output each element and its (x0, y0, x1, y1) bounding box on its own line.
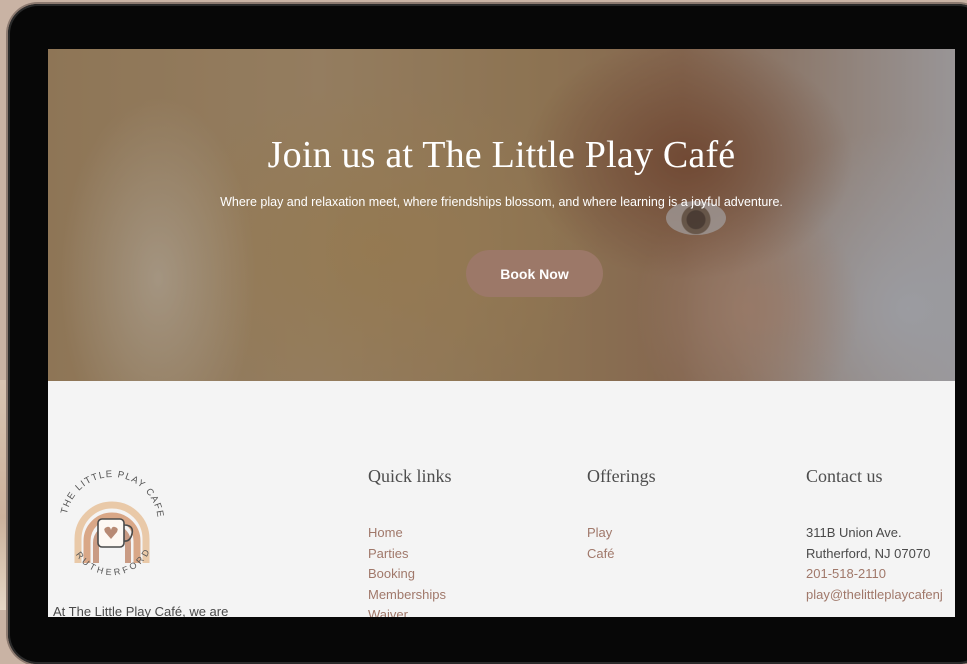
hero-overlay (48, 49, 955, 381)
contact-heading: Contact us (806, 466, 883, 486)
little-play-cafe-logo[interactable]: THE LITTLE PLAY CAFE RUTHERFORD (54, 459, 170, 585)
book-now-button[interactable]: Book Now (466, 250, 603, 297)
laptop-frame: Join us at The Little Play Café Where pl… (8, 4, 967, 664)
contact-address-line2: Rutherford, NJ 07070 (806, 545, 931, 561)
footer-link-play[interactable]: Play (587, 523, 614, 544)
footer-link-cafe[interactable]: Café (587, 544, 614, 565)
about-text: At The Little Play Café, we are (53, 604, 229, 617)
logo-top-text: THE LITTLE PLAY CAFE (59, 469, 165, 519)
contact-phone-link[interactable]: 201-518-2110 (806, 564, 943, 585)
browser-screen: Join us at The Little Play Café Where pl… (48, 49, 955, 617)
offerings-list: Play Café (587, 523, 614, 564)
contact-list: 311B Union Ave. Rutherford, NJ 07070 201… (806, 523, 943, 605)
footer-link-waiver[interactable]: Waiver (368, 605, 446, 617)
footer-link-home[interactable]: Home (368, 523, 446, 544)
offerings-heading: Offerings (587, 466, 656, 486)
footer-link-parties[interactable]: Parties (368, 544, 446, 565)
svg-text:THE LITTLE PLAY CAFE: THE LITTLE PLAY CAFE (59, 469, 166, 519)
footer-link-booking[interactable]: Booking (368, 564, 446, 585)
footer-link-memberships[interactable]: Memberships (368, 585, 446, 606)
contact-address-line1: 311B Union Ave. (806, 525, 902, 540)
contact-email-link[interactable]: play@thelittleplaycafenj (806, 585, 943, 606)
quick-links-list: Home Parties Booking Memberships Waiver (368, 523, 446, 617)
hero-subtitle: Where play and relaxation meet, where fr… (220, 195, 783, 209)
hero-title: Join us at The Little Play Café (267, 134, 736, 176)
hero-section: Join us at The Little Play Café Where pl… (48, 49, 955, 381)
quick-links-heading: Quick links (368, 466, 452, 486)
